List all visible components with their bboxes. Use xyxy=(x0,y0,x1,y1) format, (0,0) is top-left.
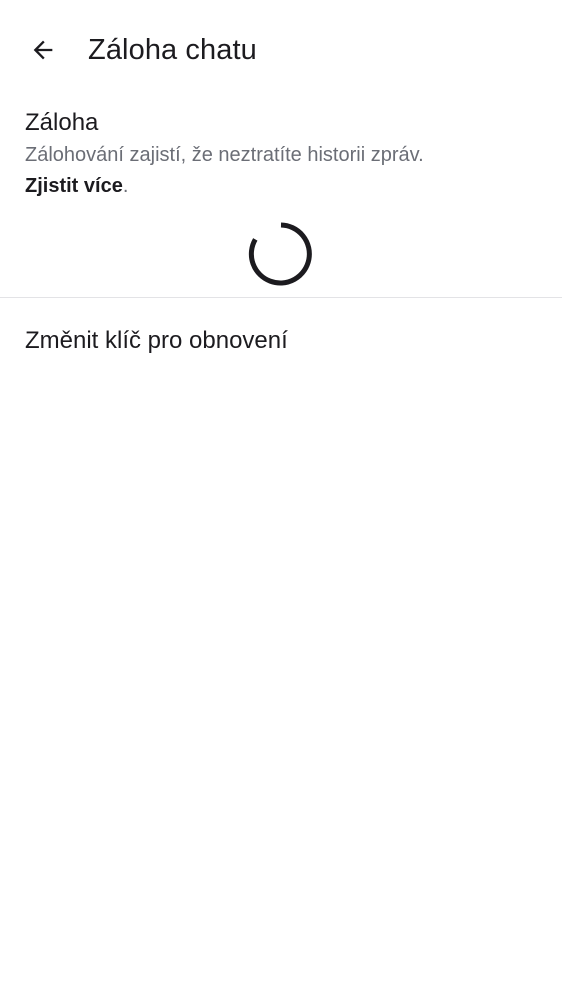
back-button[interactable] xyxy=(20,27,66,73)
backup-description: Zálohování zajistí, že neztratíte histor… xyxy=(25,144,424,166)
change-recovery-key-label: Změnit klíč pro obnovení xyxy=(25,327,288,354)
backup-title: Záloha xyxy=(25,109,99,136)
change-recovery-key-item[interactable]: Změnit klíč pro obnovení xyxy=(0,306,562,378)
arrow-back-icon xyxy=(33,40,53,60)
learn-more-link[interactable]: Zjistit více xyxy=(25,175,123,197)
learn-more-period: . xyxy=(122,175,129,197)
backup-section: Záloha Zálohování zajistí, že neztratíte… xyxy=(25,106,535,202)
section-divider xyxy=(0,297,562,298)
learn-more-line: Zjistit více. xyxy=(25,171,535,202)
page-title: Záloha chatu xyxy=(88,34,257,66)
progress-spinner-icon xyxy=(248,222,312,286)
app-bar: Záloha chatu xyxy=(0,0,562,100)
